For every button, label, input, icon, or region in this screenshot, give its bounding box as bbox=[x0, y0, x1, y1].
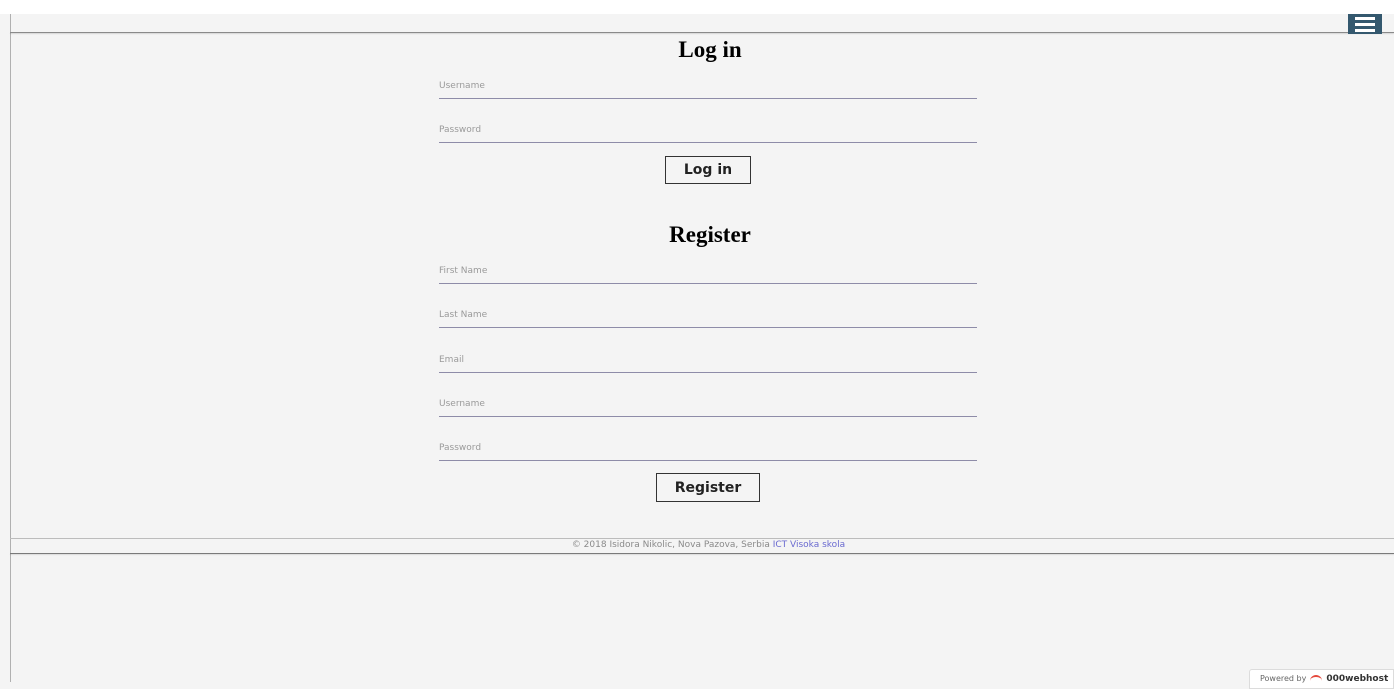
powered-by-brand: 000webhost bbox=[1326, 674, 1389, 684]
register-last-name-input[interactable] bbox=[439, 303, 977, 327]
hamburger-bar bbox=[1355, 16, 1375, 20]
register-username-input[interactable] bbox=[439, 392, 977, 416]
000webhost-logo-icon bbox=[1310, 675, 1323, 687]
footer-divider-bottom bbox=[10, 553, 1394, 554]
login-password-input[interactable] bbox=[439, 118, 977, 142]
login-username-field bbox=[439, 74, 977, 99]
top-strip bbox=[0, 0, 1394, 14]
footer-divider-top bbox=[10, 538, 1394, 539]
header-divider bbox=[10, 32, 1394, 33]
register-email-field bbox=[439, 348, 977, 373]
login-button[interactable]: Log in bbox=[665, 156, 751, 184]
footer-copyright: © 2018 Isidora Nikolic, Nova Pazova, Ser… bbox=[571, 540, 773, 550]
register-first-name-field bbox=[439, 259, 977, 284]
hamburger-icon[interactable] bbox=[1348, 14, 1382, 34]
register-button[interactable]: Register bbox=[656, 473, 760, 502]
left-border bbox=[10, 14, 11, 682]
register-password-field bbox=[439, 436, 977, 461]
login-password-field bbox=[439, 118, 977, 143]
powered-by-badge[interactable]: Powered by 000webhost bbox=[1249, 669, 1394, 689]
register-username-field bbox=[439, 392, 977, 417]
footer: © 2018 Isidora Nikolic, Nova Pazova, Ser… bbox=[0, 540, 1394, 550]
login-title: Log in bbox=[678, 37, 742, 62]
hamburger-bar bbox=[1355, 28, 1375, 32]
register-password-input[interactable] bbox=[439, 436, 977, 460]
register-last-name-field bbox=[439, 303, 977, 328]
hamburger-bar bbox=[1355, 22, 1375, 26]
footer-link[interactable]: ICT Visoka skola bbox=[773, 540, 845, 550]
register-title: Register bbox=[669, 222, 751, 247]
login-username-input[interactable] bbox=[439, 74, 977, 98]
register-email-input[interactable] bbox=[439, 348, 977, 372]
register-first-name-input[interactable] bbox=[439, 259, 977, 283]
